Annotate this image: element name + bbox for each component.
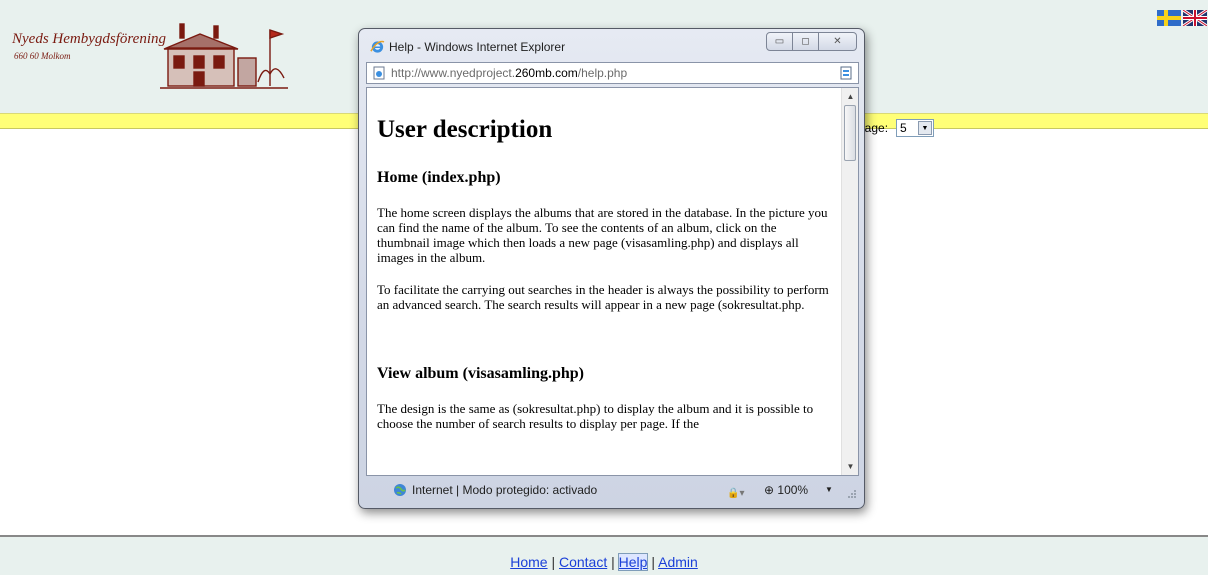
footer-link-home[interactable]: Home — [510, 554, 547, 570]
status-bar: Internet | Modo protegido: activado 🔒▾ ⊕… — [366, 479, 859, 501]
footer-separator: | — [647, 554, 659, 570]
page-icon — [373, 66, 385, 80]
footer: Home | Contact | Help | Admin — [0, 535, 1208, 575]
close-button[interactable]: ✕ — [819, 32, 857, 51]
address-bar[interactable]: http://www.nyedproject.260mb.com/help.ph… — [366, 62, 859, 84]
language-flags — [1157, 10, 1207, 26]
site-name[interactable]: Nyeds Hembygdsförening — [12, 31, 166, 48]
maximize-button[interactable]: ◻ — [793, 32, 819, 51]
scroll-up-arrow-icon[interactable]: ▲ — [843, 89, 858, 104]
swedish-flag-icon[interactable] — [1157, 10, 1181, 26]
section-paragraph: To facilitate the carrying out searches … — [377, 282, 829, 312]
uk-flag-icon[interactable] — [1182, 10, 1207, 26]
section-title-home: Home (index.php) — [377, 169, 501, 186]
status-text: Internet | Modo protegido: activado — [412, 483, 598, 497]
minimize-button[interactable]: ▭ — [766, 32, 793, 51]
resize-grip-icon[interactable] — [847, 489, 857, 499]
content-frame: User description Home (index.php) The ho… — [366, 87, 859, 476]
ie-icon — [370, 40, 385, 53]
footer-link-contact[interactable]: Contact — [559, 554, 607, 570]
footer-link-help[interactable]: Help — [617, 553, 649, 571]
page: Nyeds Hembygdsförening 660 60 Molkom pag… — [0, 0, 1208, 575]
scroll-down-arrow-icon[interactable]: ▼ — [843, 459, 858, 474]
scroll-thumb[interactable] — [844, 105, 856, 161]
chevron-down-icon[interactable]: ▼ — [918, 121, 932, 135]
help-popup-window[interactable]: Help - Windows Internet Explorer ▭ ◻ ✕ h… — [358, 28, 865, 509]
chevron-down-icon[interactable]: ▼ — [825, 479, 833, 501]
compatibility-icon[interactable] — [838, 65, 854, 81]
lock-icon[interactable]: 🔒▾ — [727, 483, 747, 499]
address-domain: 260mb.com — [515, 66, 578, 80]
popup-title: Help - Windows Internet Explorer — [389, 40, 566, 54]
per-page-value: 5 — [900, 121, 907, 135]
address-prefix: http://www.nyedproject. — [391, 66, 516, 80]
footer-link-admin[interactable]: Admin — [658, 554, 698, 570]
help-content: User description Home (index.php) The ho… — [367, 88, 843, 475]
zoom-level[interactable]: ⊕ 100% — [764, 479, 808, 501]
section-paragraph: The home screen displays the albums that… — [377, 205, 828, 265]
globe-icon — [394, 484, 406, 496]
section-title-view-album: View album (visasamling.php) — [377, 365, 584, 382]
address-suffix: /help.php — [577, 66, 628, 80]
footer-separator: | — [607, 554, 619, 570]
site-postal: 660 60 Molkom — [14, 51, 71, 61]
house-logo[interactable] — [160, 22, 288, 94]
section-paragraph: The design is the same as (sokresultat.p… — [377, 401, 814, 431]
zoom-value: 100% — [777, 483, 809, 497]
footer-nav: Home | Contact | Help | Admin — [0, 553, 1208, 571]
footer-separator: | — [547, 554, 559, 570]
window-controls: ▭ ◻ ✕ — [766, 32, 857, 51]
per-page-select[interactable]: 5 ▼ — [896, 119, 934, 137]
page-title: User description — [377, 116, 553, 143]
vertical-scrollbar[interactable]: ▲ ▼ — [841, 88, 858, 475]
